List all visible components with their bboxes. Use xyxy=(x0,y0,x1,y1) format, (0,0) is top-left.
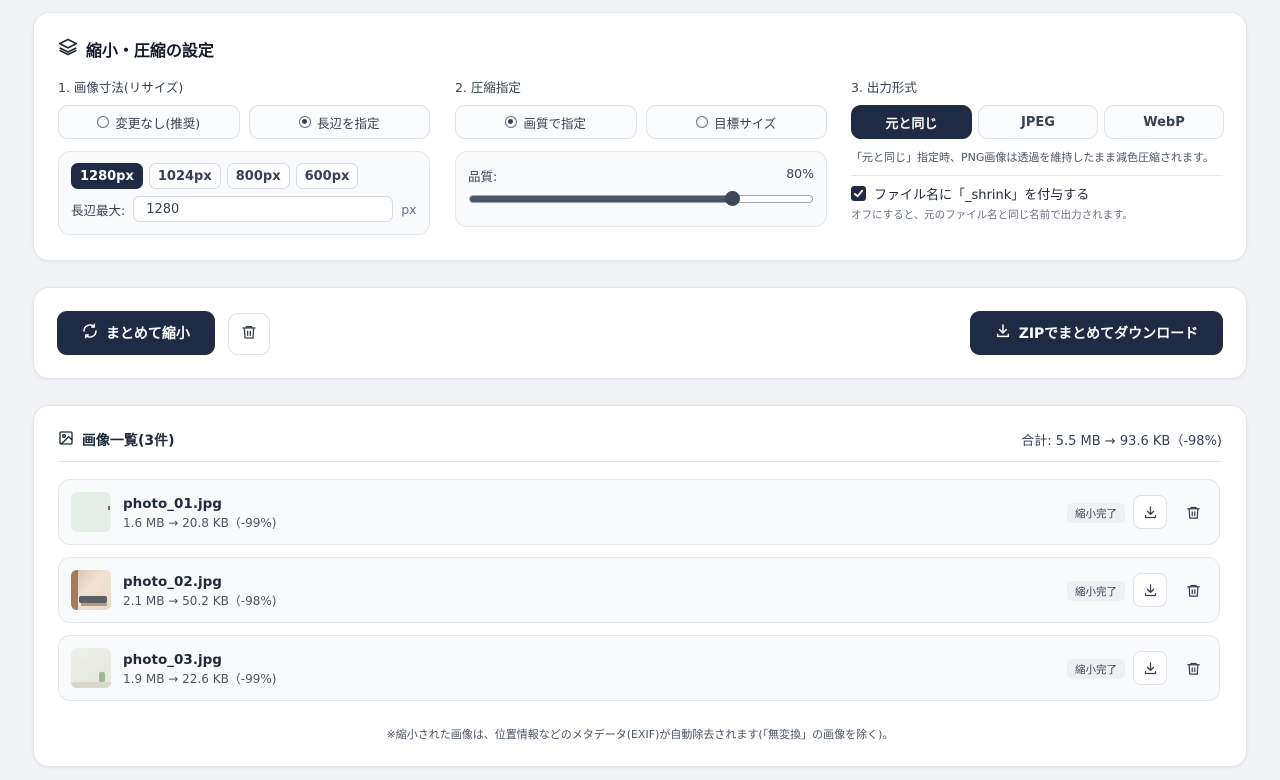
thumbnail xyxy=(71,570,111,610)
file-name: photo_02.jpg xyxy=(123,574,222,590)
quality-slider[interactable] xyxy=(469,191,813,206)
clear-all-button[interactable] xyxy=(228,313,270,355)
file-name: photo_03.jpg xyxy=(123,652,222,668)
file-size: 1.6 MB → 20.8 KB（-99%) xyxy=(123,516,277,530)
download-icon xyxy=(1144,583,1156,596)
format-jpeg-button[interactable]: JPEG xyxy=(978,105,1098,139)
max-size-row: 長辺最大: 1280 px xyxy=(59,189,429,234)
total-value: 5.5 MB → 93.6 KB（-98%) xyxy=(1055,434,1222,449)
suffix-checkbox[interactable] xyxy=(851,186,866,202)
total-label: 合計: xyxy=(1021,434,1052,449)
resize-option-long-side-label: 長辺を指定 xyxy=(316,115,380,131)
list-item: photo_02.jpg 2.1 MB → 50.2 KB（-98%) 縮小完了 xyxy=(58,557,1220,623)
preset-chip-1024[interactable]: 1024px xyxy=(148,163,221,189)
resize-option-long-side[interactable]: 長辺を指定 xyxy=(248,105,430,139)
quality-value: 80% xyxy=(786,166,814,181)
resize-presets-box: 1280px 1024px 800px 600px 長辺最大: 1280 px xyxy=(58,151,430,235)
radio-icon xyxy=(696,116,709,128)
download-icon xyxy=(995,323,1011,343)
compress-option-target-size-label: 目標サイズ xyxy=(714,115,777,131)
thumbnail xyxy=(71,648,111,688)
format-original-button[interactable]: 元と同じ xyxy=(851,105,972,139)
suffix-checkbox-row[interactable]: ファイル名に「_shrink」を付与する xyxy=(851,184,1223,203)
list-item: photo_01.jpg 1.6 MB → 20.8 KB（-99%) 縮小完了 xyxy=(58,479,1220,545)
quality-box: 品質: 80% xyxy=(455,151,827,227)
zip-download-button[interactable]: ZIPでまとめてダウンロード xyxy=(970,311,1223,355)
layers-icon xyxy=(58,37,78,61)
shrink-all-button[interactable]: まとめて縮小 xyxy=(57,311,215,355)
settings-title-text: 縮小・圧縮の設定 xyxy=(86,41,215,60)
suffix-checkbox-label: ファイル名に「_shrink」を付与する xyxy=(874,188,1090,204)
file-size: 1.9 MB → 22.6 KB（-99%) xyxy=(123,672,277,686)
list-title-text: 画像一覧(3件) xyxy=(82,433,175,449)
resize-option-none-label: 変更なし(推奨) xyxy=(115,115,201,131)
shrink-all-label: まとめて縮小 xyxy=(106,326,190,342)
radio-selected-icon xyxy=(298,116,311,128)
max-size-input[interactable]: 1280 xyxy=(133,196,394,222)
download-icon xyxy=(1144,505,1156,518)
resize-label: 1. 画像寸法(リサイズ) xyxy=(58,80,184,95)
exif-footnote: ※縮小された画像は、位置情報などのメタデータ(EXIF)が自動除去されます(「無… xyxy=(386,728,894,741)
compress-option-target-size[interactable]: 目標サイズ xyxy=(645,105,827,139)
zip-download-label: ZIPでまとめてダウンロード xyxy=(1018,326,1199,342)
preset-chip-800[interactable]: 800px xyxy=(226,163,290,189)
download-button[interactable] xyxy=(1133,573,1167,607)
max-size-label: 長辺最大: xyxy=(71,202,126,218)
format-note: 「元と同じ」指定時、PNG画像は透過を維持したまま減色圧縮されます。 xyxy=(851,151,1214,164)
trash-icon xyxy=(1186,662,1200,675)
compress-mode-group: 画質で指定 目標サイズ xyxy=(455,105,827,139)
download-button[interactable] xyxy=(1133,651,1167,685)
status-badge: 縮小完了 xyxy=(1067,503,1125,523)
output-label: 3. 出力形式 xyxy=(851,80,917,95)
compress-option-quality[interactable]: 画質で指定 xyxy=(455,105,637,139)
resize-option-none[interactable]: 変更なし(推奨) xyxy=(58,105,240,139)
trash-icon xyxy=(241,324,257,344)
preset-chip-1280[interactable]: 1280px xyxy=(71,163,143,189)
max-size-unit: px xyxy=(401,201,417,217)
image-list-panel: 画像一覧(3件) 合計: 5.5 MB → 93.6 KB（-98%) phot… xyxy=(33,405,1247,767)
preset-chips: 1280px 1024px 800px 600px xyxy=(59,152,429,189)
delete-button[interactable] xyxy=(1183,580,1203,600)
settings-title: 縮小・圧縮の設定 xyxy=(58,37,214,61)
quality-slider-fill xyxy=(470,196,732,202)
list-title: 画像一覧(3件) xyxy=(58,430,175,461)
list-header: 画像一覧(3件) 合計: 5.5 MB → 93.6 KB（-98%) xyxy=(58,430,1222,462)
status-badge: 縮小完了 xyxy=(1067,659,1125,679)
settings-panel: 縮小・圧縮の設定 1. 画像寸法(リサイズ) 変更なし(推奨) 長辺を指定 12… xyxy=(33,12,1247,261)
divider xyxy=(851,175,1223,177)
file-name: photo_01.jpg xyxy=(123,496,222,512)
trash-icon xyxy=(1186,506,1200,519)
thumbnail xyxy=(71,492,111,532)
actions-panel: まとめて縮小 ZIPでまとめてダウンロード xyxy=(33,287,1247,379)
list-item: photo_03.jpg 1.9 MB → 22.6 KB（-99%) 縮小完了 xyxy=(58,635,1220,701)
radio-icon xyxy=(97,116,110,128)
refresh-icon xyxy=(82,323,98,343)
download-icon xyxy=(1144,661,1156,674)
quality-label: 品質: xyxy=(468,169,498,184)
resize-section: 1. 画像寸法(リサイズ) 変更なし(推奨) 長辺を指定 1280px 1024… xyxy=(58,77,430,235)
status-badge: 縮小完了 xyxy=(1067,581,1125,601)
compress-label: 2. 圧縮指定 xyxy=(455,80,521,95)
compress-section: 2. 圧縮指定 画質で指定 目標サイズ 品質: 80% xyxy=(455,77,827,227)
format-webp-button[interactable]: WebP xyxy=(1104,105,1224,139)
resize-mode-group: 変更なし(推奨) 長辺を指定 xyxy=(58,105,430,139)
suffix-checkbox-note: オフにすると、元のファイル名と同じ名前で出力されます。 xyxy=(851,209,1134,222)
radio-selected-icon xyxy=(505,116,518,128)
compress-option-quality-label: 画質で指定 xyxy=(523,115,586,131)
image-icon xyxy=(58,430,74,450)
trash-icon xyxy=(1186,584,1200,597)
file-size: 2.1 MB → 50.2 KB（-98%) xyxy=(123,594,277,608)
delete-button[interactable] xyxy=(1183,658,1203,678)
output-section: 3. 出力形式 元と同じ JPEG WebP 「元と同じ」指定時、PNG画像は透… xyxy=(851,77,1224,222)
format-group: 元と同じ JPEG WebP xyxy=(851,105,1224,139)
checkmark-icon xyxy=(853,190,864,198)
download-button[interactable] xyxy=(1133,495,1167,529)
preset-chip-600[interactable]: 600px xyxy=(295,163,359,189)
delete-button[interactable] xyxy=(1183,502,1203,522)
total-summary: 合計: 5.5 MB → 93.6 KB（-98%) xyxy=(1021,430,1222,461)
quality-slider-thumb[interactable] xyxy=(724,191,740,206)
